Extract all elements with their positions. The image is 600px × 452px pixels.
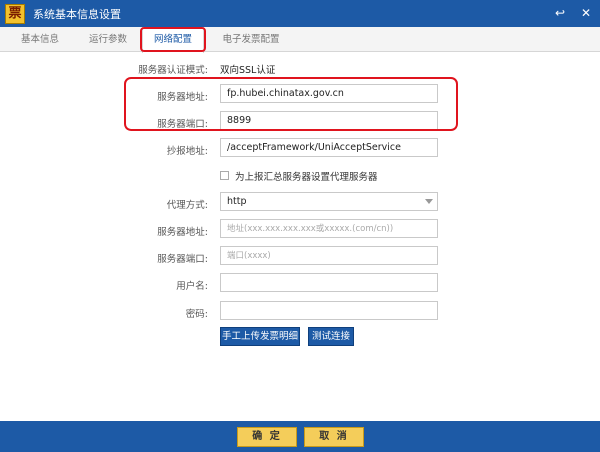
proxy-type-label: 代理方式: xyxy=(166,200,208,211)
proxy-address-label: 服务器地址: xyxy=(157,227,208,238)
username-input[interactable] xyxy=(220,273,438,292)
username-label: 用户名: xyxy=(176,281,208,292)
proxy-port-input[interactable] xyxy=(220,246,438,265)
tab-e-invoice-config[interactable]: 电子发票配置 xyxy=(210,27,292,52)
test-connection-button[interactable]: 测试连接 xyxy=(308,327,354,346)
auth-mode-value: 双向SSL认证 xyxy=(220,65,276,76)
proxy-type-select[interactable]: http xyxy=(220,192,438,211)
footer-bar: 确 定 取 消 xyxy=(0,421,600,452)
title-bar: 票 系统基本信息设置 ↩ ✕ xyxy=(0,0,600,27)
server-port-label: 服务器端口: xyxy=(157,119,208,130)
app-logo-icon: 票 xyxy=(5,3,25,24)
password-label: 密码: xyxy=(185,309,208,320)
auth-mode-label: 服务器认证模式: xyxy=(138,65,208,76)
report-address-input[interactable] xyxy=(220,138,438,157)
ok-button[interactable]: 确 定 xyxy=(237,427,297,447)
back-icon[interactable]: ↩ xyxy=(552,5,568,21)
tab-runtime-params[interactable]: 运行参数 xyxy=(78,27,138,52)
proxy-port-label: 服务器端口: xyxy=(157,254,208,265)
tab-bar: 基本信息 运行参数 网络配置 电子发票配置 xyxy=(0,27,600,53)
cancel-button[interactable]: 取 消 xyxy=(304,427,364,447)
tab-basic-info[interactable]: 基本信息 xyxy=(10,27,70,52)
close-icon[interactable]: ✕ xyxy=(578,5,594,21)
tab-network-config[interactable]: 网络配置 xyxy=(142,27,204,53)
chevron-down-icon xyxy=(425,199,433,204)
proxy-checkbox[interactable] xyxy=(220,171,229,180)
manual-upload-button[interactable]: 手工上传发票明细 xyxy=(220,327,300,346)
server-address-input[interactable] xyxy=(220,84,438,103)
proxy-address-input[interactable] xyxy=(220,219,438,238)
server-port-input[interactable] xyxy=(220,111,438,130)
proxy-type-value: http xyxy=(227,196,247,207)
window-title: 系统基本信息设置 xyxy=(33,7,121,21)
server-address-label: 服务器地址: xyxy=(157,92,208,103)
window-controls: ↩ ✕ xyxy=(552,5,594,21)
password-input[interactable] xyxy=(220,301,438,320)
proxy-checkbox-label[interactable]: 为上报汇总服务器设置代理服务器 xyxy=(235,169,378,183)
report-address-label: 抄报地址: xyxy=(166,146,208,157)
